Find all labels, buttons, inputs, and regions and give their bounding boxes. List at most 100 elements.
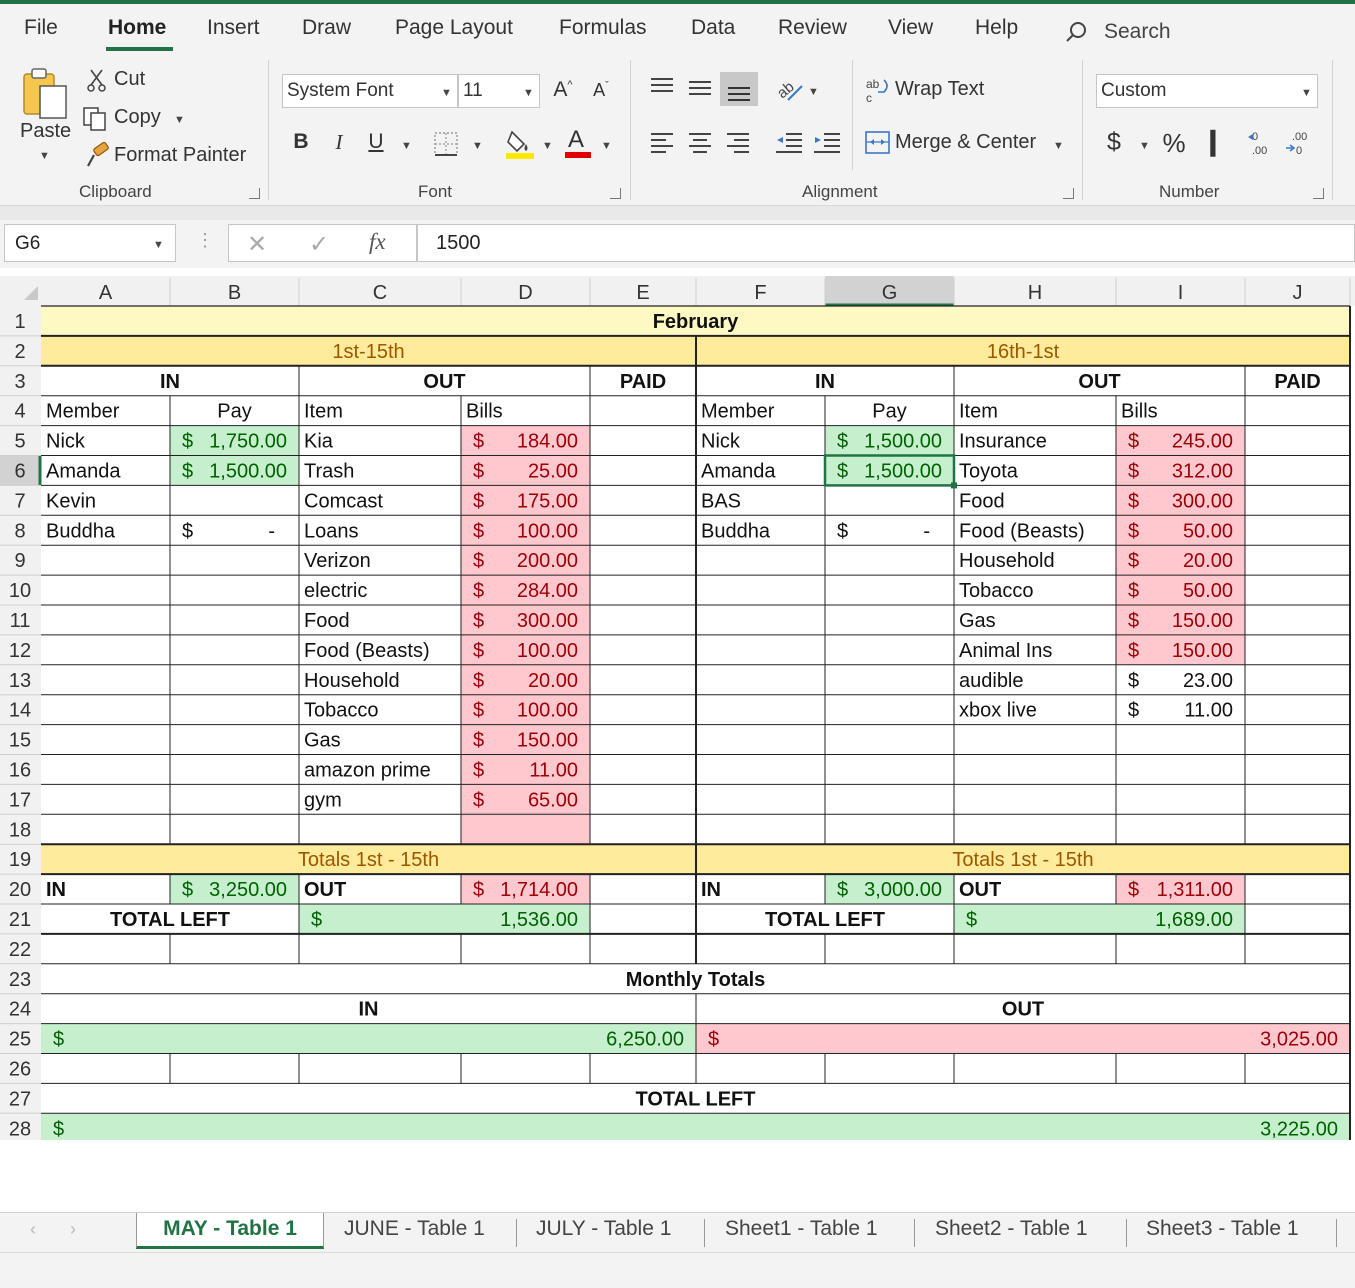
fill-color-dropdown-icon[interactable]: ▼ (542, 140, 553, 152)
increase-indent-icon[interactable] (812, 130, 842, 156)
cell-F20[interactable]: IN (701, 879, 721, 901)
row-header[interactable]: 25 (9, 1029, 31, 1051)
column-header[interactable]: E (636, 282, 649, 304)
cell-I4[interactable]: Bills (1121, 401, 1158, 423)
number-format-select[interactable]: Custom ▼ (1096, 74, 1318, 108)
cell-C20[interactable]: OUT (304, 879, 346, 901)
column-header[interactable]: I (1178, 282, 1184, 304)
cell-H7[interactable]: Food (959, 490, 1005, 512)
borders-icon[interactable] (432, 130, 462, 158)
align-right-icon[interactable] (724, 130, 752, 156)
tab-review[interactable]: Review (778, 16, 847, 40)
cell-H4[interactable]: Item (959, 401, 998, 423)
decrease-indent-icon[interactable] (774, 130, 804, 156)
copy-button[interactable]: Copy ▼ (80, 104, 190, 132)
align-center-icon[interactable] (686, 130, 714, 156)
cell-F3[interactable]: IN (815, 371, 835, 393)
insert-function-icon[interactable]: fx (369, 229, 386, 255)
sheet-tab[interactable]: JUNE - Table 1 (344, 1213, 485, 1249)
cell-A20[interactable]: IN (46, 879, 66, 901)
cell-A8[interactable]: Buddha (46, 520, 116, 542)
cell-F7[interactable]: BAS (701, 490, 741, 512)
cell-C8[interactable]: Loans (304, 520, 359, 542)
column-header[interactable]: A (99, 282, 113, 304)
cell-F5[interactable]: Nick (701, 431, 741, 453)
cell-E3[interactable]: PAID (620, 371, 666, 393)
cell-C12[interactable]: Food (Beasts) (304, 640, 430, 662)
number-dialog-launcher-icon[interactable] (1313, 188, 1324, 199)
search-box[interactable]: Search (1060, 12, 1240, 50)
cell-C13[interactable]: Household (304, 670, 400, 692)
increase-decimal-icon[interactable]: 0.00 (1246, 128, 1278, 158)
sheet-tab[interactable]: Sheet2 - Table 1 (935, 1213, 1088, 1249)
row-header[interactable]: 4 (14, 401, 25, 423)
scroll-right-icon[interactable]: › (70, 1219, 76, 1240)
tab-home[interactable]: Home (108, 16, 166, 40)
column-header[interactable]: J (1293, 282, 1303, 304)
cell-G8[interactable]: $ - (837, 520, 930, 542)
row-header[interactable]: 11 (10, 610, 31, 632)
tab-formulas[interactable]: Formulas (559, 16, 647, 40)
row-header[interactable]: 15 (9, 730, 31, 752)
cell-F24[interactable]: OUT (1002, 999, 1044, 1021)
orientation-icon[interactable]: ab (774, 74, 806, 104)
cell-B4[interactable]: Pay (217, 401, 251, 423)
cell-A7[interactable]: Kevin (46, 490, 96, 512)
cell-C14[interactable]: Tobacco (304, 700, 379, 722)
row-header[interactable]: 10 (9, 580, 31, 602)
align-bottom-button[interactable] (720, 72, 758, 106)
cell-C15[interactable]: Gas (304, 730, 341, 752)
row-header[interactable]: 27 (9, 1088, 31, 1110)
currency-dropdown-icon[interactable]: ▼ (1139, 140, 1150, 152)
formula-input[interactable]: 1500 (417, 224, 1355, 262)
currency-button[interactable]: $ (1104, 128, 1124, 157)
cell-H20[interactable]: OUT (959, 879, 1001, 901)
cell-H14[interactable]: xbox live (959, 700, 1037, 722)
cell-C10[interactable]: electric (304, 580, 367, 602)
row-header[interactable]: 6 (14, 461, 25, 483)
decrease-font-size-button[interactable]: Aˇ (588, 80, 614, 101)
font-dialog-launcher-icon[interactable] (610, 188, 621, 199)
cell-C7[interactable]: Comcast (304, 490, 383, 512)
font-size-select[interactable]: 11 ▼ (458, 74, 540, 108)
row-header[interactable]: 23 (9, 969, 31, 991)
cell-H11[interactable]: Gas (959, 610, 996, 632)
tab-view[interactable]: View (888, 16, 933, 40)
wrap-text-button[interactable]: ab c Wrap Text (864, 76, 1004, 106)
cell-A2[interactable]: 1st-15th (332, 341, 404, 363)
tab-file[interactable]: File (24, 16, 58, 40)
alignment-dialog-launcher-icon[interactable] (1063, 188, 1074, 199)
italic-button[interactable]: I (328, 130, 350, 155)
orientation-dropdown-icon[interactable]: ▼ (808, 86, 819, 98)
scroll-left-icon[interactable]: ‹ (30, 1219, 36, 1240)
cell-G4[interactable]: Pay (872, 401, 906, 423)
row-header[interactable]: 19 (9, 849, 31, 871)
row-header[interactable]: 18 (9, 819, 31, 841)
tab-data[interactable]: Data (691, 16, 735, 40)
format-painter-button[interactable]: Format Painter (82, 142, 252, 170)
cell-A27[interactable]: TOTAL LEFT (636, 1088, 756, 1110)
enter-icon[interactable]: ✓ (309, 230, 329, 259)
cell-F21[interactable]: TOTAL LEFT (765, 909, 885, 931)
cell-F6[interactable]: Amanda (701, 461, 776, 483)
row-header[interactable]: 1 (14, 311, 25, 333)
align-left-icon[interactable] (648, 130, 676, 156)
row-header[interactable]: 20 (9, 879, 31, 901)
column-header[interactable]: B (228, 282, 241, 304)
row-header[interactable]: 28 (9, 1118, 31, 1140)
cell-B8[interactable]: $ - (182, 520, 275, 542)
column-header[interactable]: D (518, 282, 532, 304)
cell-F4[interactable]: Member (701, 401, 775, 423)
cell-H3[interactable]: OUT (1078, 371, 1120, 393)
row-header[interactable]: 2 (14, 341, 25, 363)
cell-H6[interactable]: Toyota (959, 461, 1019, 483)
decrease-decimal-icon[interactable]: .000 (1284, 128, 1316, 158)
cell-A5[interactable]: Nick (46, 431, 86, 453)
tab-draw[interactable]: Draw (302, 16, 351, 40)
row-header[interactable]: 24 (9, 999, 31, 1021)
increase-font-size-button[interactable]: A^ (550, 78, 576, 102)
column-header[interactable]: G (882, 282, 898, 304)
font-name-select[interactable]: System Font ▼ (282, 74, 458, 108)
column-header[interactable]: F (754, 282, 766, 304)
column-header[interactable]: H (1028, 282, 1042, 304)
